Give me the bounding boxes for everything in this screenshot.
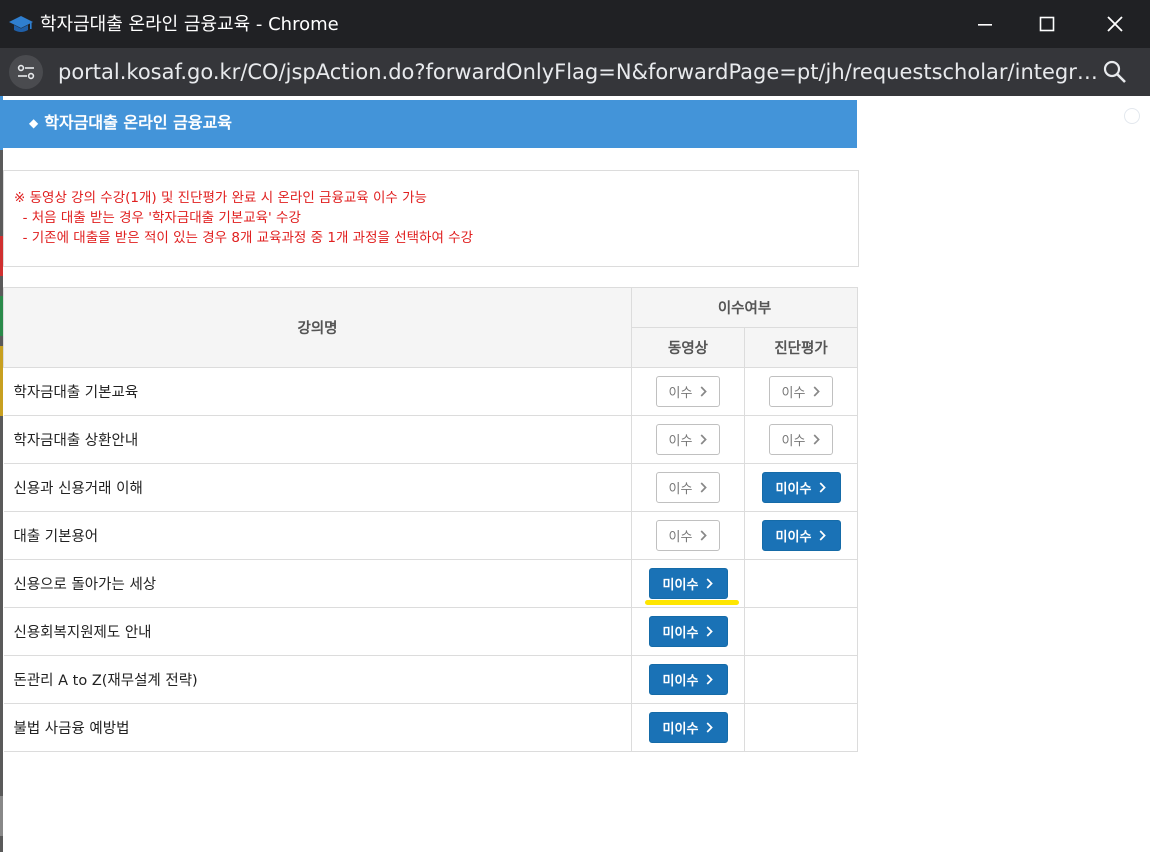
page-title-text: 학자금대출 온라인 금융교육 — [44, 113, 233, 132]
video-incomplete-button[interactable]: 미이수 — [648, 616, 728, 647]
url-text[interactable]: portal.kosaf.go.kr/CO/jspAction.do?forwa… — [58, 58, 1098, 86]
video-incomplete-button[interactable]: 미이수 — [648, 664, 728, 695]
test-status-cell — [744, 559, 858, 608]
course-name: 대출 기본용어 — [3, 511, 632, 560]
button-label: 미이수 — [662, 674, 699, 689]
highlight-underline — [645, 600, 739, 605]
test-status-cell: 미이수 — [744, 463, 858, 512]
chevron-right-icon — [814, 386, 821, 397]
button-label: 이수 — [668, 482, 693, 497]
graduation-cap-icon — [9, 16, 33, 32]
button-label: 미이수 — [662, 626, 699, 641]
notice-line: ※ 동영상 강의 수강(1개) 및 진단평가 완료 시 온라인 금융교육 이수 … — [14, 190, 427, 206]
table-row: 돈관리 A to Z(재무설계 전략) 미이수 — [3, 655, 858, 704]
button-label: 이수 — [781, 434, 806, 449]
table-row: 신용과 신용거래 이해 이수 미이수 — [3, 463, 858, 512]
test-completed-button[interactable]: 이수 — [769, 424, 833, 455]
video-incomplete-button[interactable]: 미이수 — [648, 568, 728, 599]
video-completed-button[interactable]: 이수 — [656, 520, 720, 551]
course-name: 학자금대출 상환안내 — [3, 415, 632, 464]
chevron-right-icon — [707, 626, 714, 637]
site-info-button[interactable] — [9, 55, 43, 89]
close-button[interactable] — [1092, 8, 1138, 40]
notice-line: - 기존에 대출을 받은 적이 있는 경우 8개 교육과정 중 1개 과정을 선… — [14, 230, 474, 246]
chevron-right-icon — [820, 530, 827, 541]
video-status-cell: 미이수 — [631, 703, 745, 752]
chevron-right-icon — [707, 674, 714, 685]
test-status-cell: 이수 — [744, 415, 858, 464]
test-status-cell — [744, 607, 858, 656]
notice-line: - 처음 대출 받는 경우 '학자금대출 기본교육' 수강 — [14, 210, 301, 226]
chevron-right-icon — [701, 434, 708, 445]
tune-icon — [17, 64, 35, 80]
chevron-right-icon — [814, 434, 821, 445]
zoom-icon[interactable] — [1102, 59, 1128, 85]
video-status-cell: 이수 — [631, 511, 745, 560]
window-title: 학자금대출 온라인 금융교육 - Chrome — [40, 14, 339, 35]
course-name: 학자금대출 기본교육 — [3, 367, 632, 416]
button-label: 이수 — [668, 386, 693, 401]
video-status-cell: 이수 — [631, 367, 745, 416]
col-header-test: 진단평가 — [744, 327, 858, 368]
col-header-status: 이수여부 — [631, 287, 858, 328]
table-row: 학자금대출 기본교육 이수 이수 — [3, 367, 858, 416]
test-completed-button[interactable]: 이수 — [769, 376, 833, 407]
button-label: 이수 — [668, 434, 693, 449]
course-name: 불법 사금융 예방법 — [3, 703, 632, 752]
course-name: 돈관리 A to Z(재무설계 전략) — [3, 655, 632, 704]
test-status-cell: 이수 — [744, 367, 858, 416]
col-header-course: 강의명 — [3, 287, 632, 368]
minimize-button[interactable] — [962, 8, 1008, 40]
course-table: 강의명 이수여부 동영상 진단평가 학자금대출 기본교육 이수 이수 학자금대출 상환… — [3, 287, 858, 752]
test-status-cell — [744, 655, 858, 704]
notice-box: ※ 동영상 강의 수강(1개) 및 진단평가 완료 시 온라인 금융교육 이수 … — [3, 170, 859, 267]
chevron-right-icon — [820, 482, 827, 493]
video-completed-button[interactable]: 이수 — [656, 376, 720, 407]
chevron-right-icon — [707, 722, 714, 733]
page-header: ◆ 학자금대출 온라인 금융교육 — [3, 100, 857, 148]
button-label: 미이수 — [775, 482, 812, 497]
diamond-bullet-icon: ◆ — [29, 116, 39, 130]
video-status-cell: 미이수 — [631, 607, 745, 656]
button-label: 미이수 — [662, 578, 699, 593]
col-header-video: 동영상 — [631, 327, 745, 368]
chevron-right-icon — [707, 578, 714, 589]
chevron-right-icon — [701, 386, 708, 397]
button-label: 미이수 — [662, 722, 699, 737]
video-completed-button[interactable]: 이수 — [656, 424, 720, 455]
test-incomplete-button[interactable]: 미이수 — [761, 520, 841, 551]
button-label: 이수 — [668, 530, 693, 545]
course-name: 신용으로 돌아가는 세상 — [3, 559, 632, 608]
settings-icon — [1124, 108, 1140, 124]
chevron-right-icon — [701, 530, 708, 541]
video-incomplete-button[interactable]: 미이수 — [648, 712, 728, 743]
table-row: 학자금대출 상환안내 이수 이수 — [3, 415, 858, 464]
chevron-right-icon — [701, 482, 708, 493]
test-status-cell — [744, 703, 858, 752]
course-table-body: 학자금대출 기본교육 이수 이수 학자금대출 상환안내 이수 이수 신용과 신용거래 이해 이… — [3, 367, 858, 752]
table-row: 대출 기본용어 이수 미이수 — [3, 511, 858, 560]
test-incomplete-button[interactable]: 미이수 — [761, 472, 841, 503]
table-row: 불법 사금융 예방법 미이수 — [3, 703, 858, 752]
video-status-cell: 이수 — [631, 415, 745, 464]
course-name: 신용과 신용거래 이해 — [3, 463, 632, 512]
test-status-cell: 미이수 — [744, 511, 858, 560]
button-label: 이수 — [781, 386, 806, 401]
maximize-button[interactable] — [1024, 8, 1070, 40]
video-status-cell: 이수 — [631, 463, 745, 512]
course-name: 신용회복지원제도 안내 — [3, 607, 632, 656]
page-title: ◆ 학자금대출 온라인 금융교육 — [29, 113, 232, 133]
video-status-cell: 미이수 — [631, 655, 745, 704]
video-completed-button[interactable]: 이수 — [656, 472, 720, 503]
table-row: 신용회복지원제도 안내 미이수 — [3, 607, 858, 656]
button-label: 미이수 — [775, 530, 812, 545]
